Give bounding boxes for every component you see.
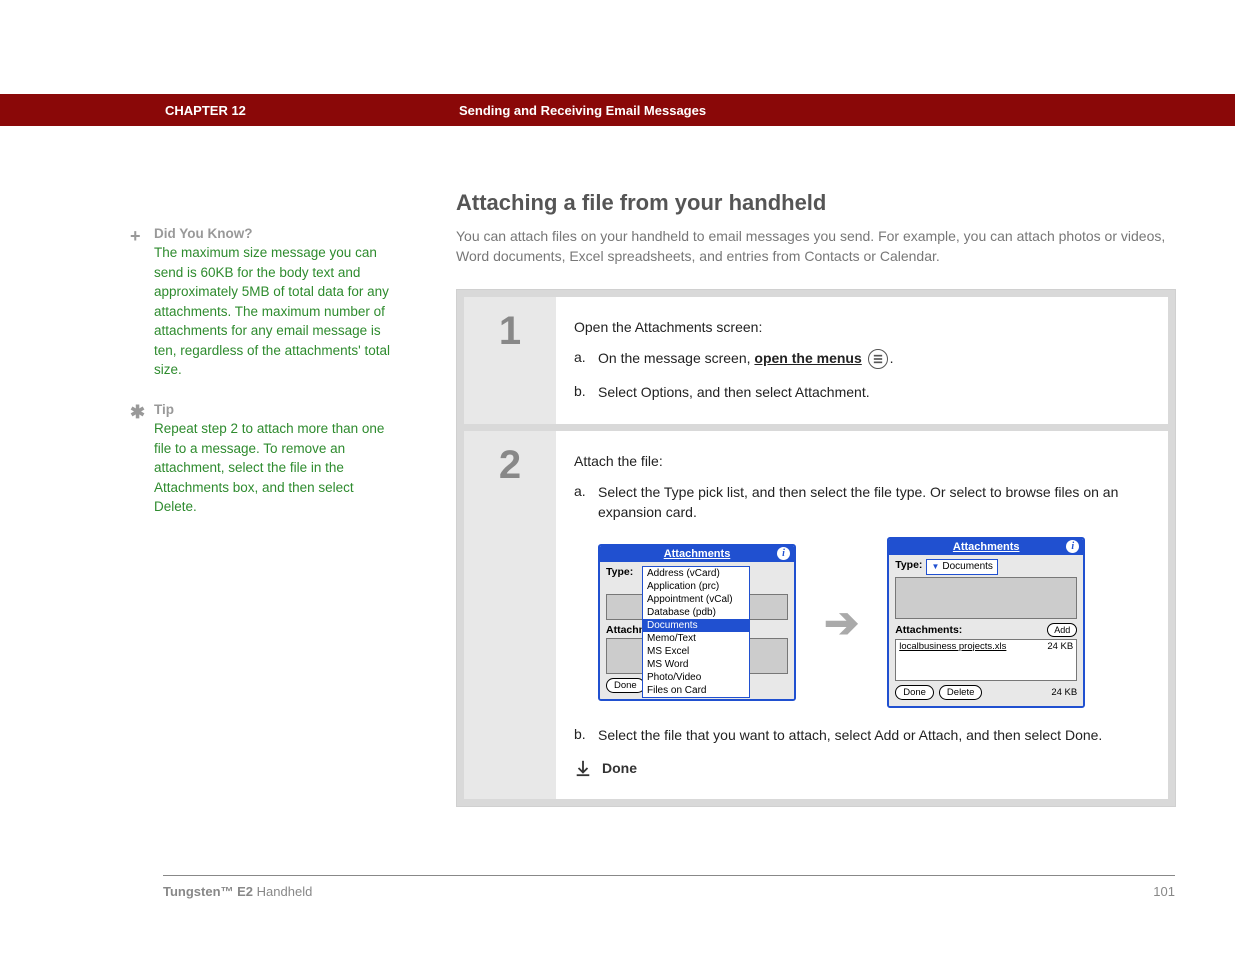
done-button[interactable]: Done (606, 678, 645, 693)
step1b-text: Select Options, and then select Attachme… (598, 383, 1150, 403)
done-arrow-icon (574, 759, 592, 777)
step-2: 2 Attach the file: a. Select the Type pi… (464, 431, 1168, 799)
sidebar-notes: + Did You Know? The maximum size message… (130, 226, 400, 539)
dropdown-triangle-icon: ▼ (931, 560, 939, 574)
step-number: 1 (499, 311, 521, 351)
done-label: Done (602, 760, 637, 776)
dialog-title: Attachments (953, 541, 1020, 553)
chapter-header: CHAPTER 12 Sending and Receiving Email M… (0, 94, 1235, 126)
attachment-item-name: localbusiness projects.xls (899, 641, 1047, 652)
type-option[interactable]: MS Excel (643, 645, 749, 658)
step2b-letter: b. (574, 726, 598, 746)
type-option[interactable]: MS Word (643, 658, 749, 671)
step1b-letter: b. (574, 383, 598, 403)
attachments-label: Attachments: (895, 624, 962, 636)
type-label: Type: (606, 566, 633, 578)
attachment-item-size: 24 KB (1047, 641, 1073, 652)
info-icon[interactable]: i (777, 547, 790, 560)
type-label: Type: (895, 559, 922, 571)
total-size: 24 KB (1051, 687, 1077, 698)
section-title: Attaching a file from your handheld (456, 190, 1176, 216)
type-option[interactable]: Address (vCard) (643, 567, 749, 580)
did-you-know-heading: Did You Know? (154, 226, 400, 241)
step-number-cell: 1 (464, 297, 556, 425)
attachments-list[interactable]: localbusiness projects.xls 24 KB (895, 639, 1077, 681)
page-footer: Tungsten™ E2 Handheld 101 (163, 875, 1175, 899)
tip-body: Repeat step 2 to attach more than one fi… (154, 419, 400, 517)
open-menus-link[interactable]: open the menus (754, 350, 861, 366)
type-option[interactable]: Photo/Video (643, 671, 749, 684)
type-option[interactable]: Database (pdb) (643, 606, 749, 619)
tip-block: ✱ Tip Repeat step 2 to attach more than … (130, 402, 400, 517)
type-option[interactable]: Files on Card (643, 684, 749, 697)
step2a-text: Select the Type pick list, and then sele… (598, 483, 1150, 522)
step2-lead: Attach the file: (574, 453, 1150, 469)
type-option[interactable]: Appointment (vCal) (643, 593, 749, 606)
delete-button[interactable]: Delete (939, 685, 982, 700)
did-you-know-body: The maximum size message you can send is… (154, 243, 400, 380)
screenshots-row: Attachments i Type: Address (vCard)Appli… (598, 537, 1150, 708)
plus-icon: + (130, 226, 154, 380)
did-you-know-block: + Did You Know? The maximum size message… (130, 226, 400, 380)
product-name: Tungsten™ E2 Handheld (163, 884, 312, 899)
add-button[interactable]: Add (1047, 623, 1077, 637)
main-content: Attaching a file from your handheld You … (456, 190, 1176, 807)
steps-container: 1 Open the Attachments screen: a. On the… (456, 289, 1176, 808)
done-indicator: Done (574, 759, 1150, 777)
tip-heading: Tip (154, 402, 400, 417)
type-option[interactable]: Documents (643, 619, 749, 632)
step-1: 1 Open the Attachments screen: a. On the… (464, 297, 1168, 425)
chapter-number: CHAPTER 12 (165, 103, 246, 118)
step2a-letter: a. (574, 483, 598, 522)
page-number: 101 (1153, 884, 1175, 899)
type-select[interactable]: ▼ Documents (926, 559, 998, 575)
done-button[interactable]: Done (895, 685, 934, 700)
step2b-text: Select the file that you want to attach,… (598, 726, 1150, 746)
step1a-text: On the message screen, open the menus . (598, 349, 1150, 369)
attachments-dialog-selected: Attachments i Type: ▼ Documents (887, 537, 1085, 708)
menu-icon (868, 349, 888, 369)
step-number: 2 (499, 445, 521, 485)
step1a-letter: a. (574, 349, 598, 369)
type-option[interactable]: Application (prc) (643, 580, 749, 593)
asterisk-icon: ✱ (130, 402, 154, 517)
type-option[interactable]: Memo/Text (643, 632, 749, 645)
chapter-title: Sending and Receiving Email Messages (459, 103, 706, 118)
step-number-cell: 2 (464, 431, 556, 799)
arrow-right-icon: ➔ (824, 598, 859, 647)
attachments-dialog-typelist: Attachments i Type: Address (vCard)Appli… (598, 544, 796, 701)
section-intro: You can attach files on your handheld to… (456, 226, 1176, 267)
info-icon[interactable]: i (1066, 540, 1079, 553)
type-picklist[interactable]: Address (vCard)Application (prc)Appointm… (642, 566, 750, 698)
dialog-title: Attachments (664, 548, 731, 560)
preview-area (895, 577, 1077, 619)
step1-lead: Open the Attachments screen: (574, 319, 1150, 335)
